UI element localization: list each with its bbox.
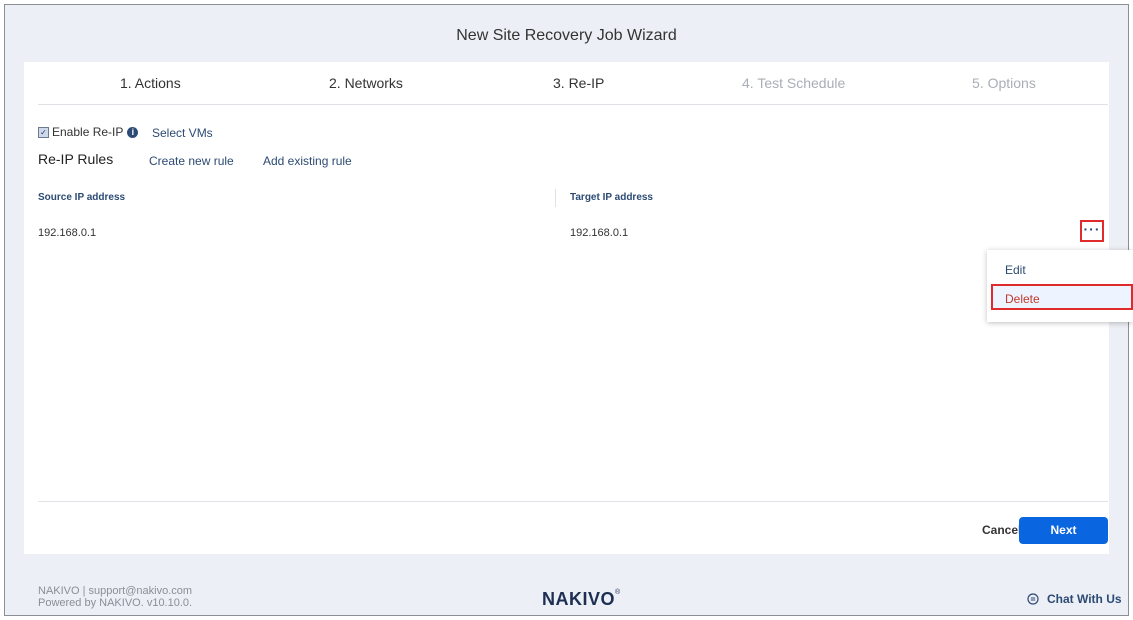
logo-text: NAKIVO (542, 589, 616, 609)
footer-line-1: NAKIVO | support@nakivo.com (38, 585, 193, 597)
add-existing-rule-link[interactable]: Add existing rule (263, 154, 352, 168)
enable-reip-row: ✓ Enable Re-IP i (38, 125, 139, 139)
chat-with-us-button[interactable]: Chat With Us (1027, 592, 1122, 606)
column-source-ip[interactable]: Source IP address (38, 192, 125, 203)
step-networks[interactable]: 2. Networks (329, 75, 403, 91)
enable-reip-label: Enable Re-IP (52, 125, 124, 139)
next-button[interactable]: Next (1019, 517, 1108, 544)
column-divider (555, 189, 556, 207)
row-actions-menu: Edit Delete (987, 250, 1133, 322)
nakivo-logo: NAKIVO® (542, 589, 621, 610)
footer-divider (38, 501, 1108, 502)
chat-icon (1027, 593, 1039, 605)
menu-item-delete[interactable]: Delete (991, 284, 1133, 310)
wizard-panel: 1. Actions 2. Networks 3. Re-IP 4. Test … (24, 62, 1109, 554)
reip-rules-title: Re-IP Rules (38, 151, 114, 167)
row-more-actions-button[interactable]: ··· (1080, 220, 1104, 242)
step-actions[interactable]: 1. Actions (120, 75, 181, 91)
step-test-schedule: 4. Test Schedule (742, 75, 846, 91)
wizard-window: New Site Recovery Job Wizard 1. Actions … (4, 4, 1129, 616)
step-options: 5. Options (972, 75, 1036, 91)
cancel-button[interactable]: Cancel (982, 523, 1021, 537)
create-new-rule-link[interactable]: Create new rule (149, 154, 234, 168)
info-icon[interactable]: i (127, 126, 139, 138)
menu-item-edit[interactable]: Edit (1005, 263, 1133, 277)
chat-label: Chat With Us (1047, 592, 1122, 606)
wizard-steps: 1. Actions 2. Networks 3. Re-IP 4. Test … (38, 62, 1108, 105)
enable-reip-checkbox[interactable]: ✓ (38, 126, 49, 138)
row-source-ip: 192.168.0.1 (38, 227, 97, 239)
column-target-ip[interactable]: Target IP address (570, 192, 653, 203)
row-target-ip: 192.168.0.1 (570, 227, 629, 239)
footer-copyright: NAKIVO | support@nakivo.com Powered by N… (38, 585, 192, 609)
step-reip[interactable]: 3. Re-IP (553, 75, 604, 91)
menu-item-delete-label: Delete (1005, 292, 1040, 306)
wizard-title: New Site Recovery Job Wizard (456, 27, 677, 44)
footer-line-2: Powered by NAKIVO. v10.10.0. (38, 597, 193, 609)
registered-mark: ® (615, 589, 621, 596)
select-vms-link[interactable]: Select VMs (152, 126, 213, 140)
